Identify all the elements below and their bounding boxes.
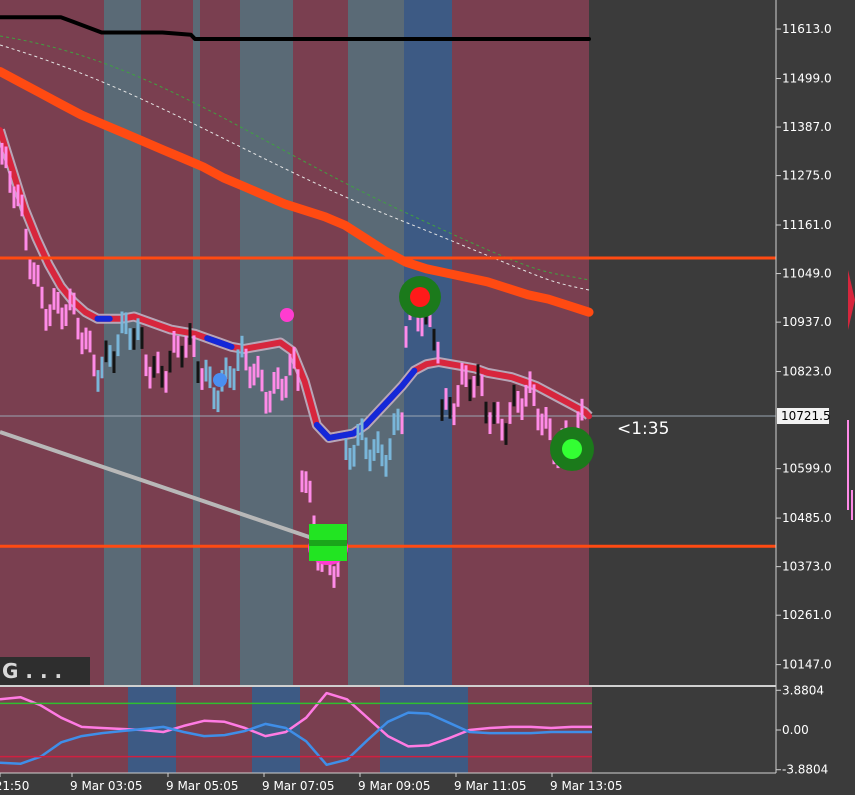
time-tick-label: r 21:50	[0, 779, 29, 793]
price-tick-label: 11613.0	[782, 22, 832, 36]
price-tick-label: 11387.0	[782, 120, 832, 134]
trading-chart-window[interactable]: G . . . 11613.0 11499.0 11387.0 11275.0 1116…	[0, 0, 855, 795]
price-tick-label: 10147.0	[782, 658, 832, 672]
session-band	[380, 687, 468, 773]
session-band	[348, 0, 404, 685]
session-band	[176, 687, 252, 773]
price-tick-label: 10937.0	[782, 315, 832, 329]
price-tick-label: 11275.0	[782, 169, 832, 183]
panel-separator[interactable]	[0, 685, 776, 687]
price-tick-label: 10485.0	[782, 511, 832, 525]
time-tick-label: 9 Mar 07:05	[262, 779, 335, 793]
oscillator-tick-label: -3.8804	[782, 763, 828, 777]
chart-svg[interactable]: G . . . 11613.0 11499.0 11387.0 11275.0 1116…	[0, 0, 855, 795]
red-target-icon	[410, 287, 430, 307]
countdown-label: <1:35	[617, 419, 669, 439]
time-tick-label: 9 Mar 11:05	[454, 779, 527, 793]
price-tick-label: 10823.0	[782, 365, 832, 379]
current-price-label: 10721.5	[781, 409, 831, 423]
price-tick-label: 11161.0	[782, 218, 832, 232]
price-tick-label: 10599.0	[782, 462, 832, 476]
oscillator-tick-label: 3.8804	[782, 683, 824, 697]
time-tick-label: 9 Mar 13:05	[550, 779, 623, 793]
session-band	[404, 0, 452, 685]
session-band	[300, 687, 380, 773]
magenta-dot-icon	[280, 308, 294, 322]
price-tick-label: 10261.0	[782, 608, 832, 622]
buy-signal-marker[interactable]	[308, 524, 348, 565]
time-tick-label: 9 Mar 05:05	[166, 779, 239, 793]
session-band	[293, 0, 348, 685]
session-band	[452, 0, 589, 685]
oscillator-tick-label: 0.00	[782, 723, 809, 737]
session-band	[0, 687, 128, 773]
overlay-label: G . . .	[2, 659, 62, 683]
session-band	[468, 687, 592, 773]
session-shading-oscillator	[0, 687, 592, 773]
green-square-divider	[309, 540, 347, 546]
future-area	[589, 0, 776, 685]
current-signal-marker[interactable]	[550, 427, 594, 471]
green-target-icon	[562, 439, 582, 459]
blue-dot-icon	[213, 373, 227, 387]
time-tick-label: 9 Mar 09:05	[358, 779, 431, 793]
sell-signal-marker[interactable]	[399, 276, 441, 318]
future-area-osc	[592, 687, 776, 773]
price-tick-label: 11499.0	[782, 72, 832, 86]
price-tick-label: 11049.0	[782, 267, 832, 281]
time-tick-label: 9 Mar 03:05	[70, 779, 143, 793]
session-band	[252, 687, 300, 773]
price-tick-label: 10373.0	[782, 560, 832, 574]
session-shading-main	[0, 0, 589, 685]
